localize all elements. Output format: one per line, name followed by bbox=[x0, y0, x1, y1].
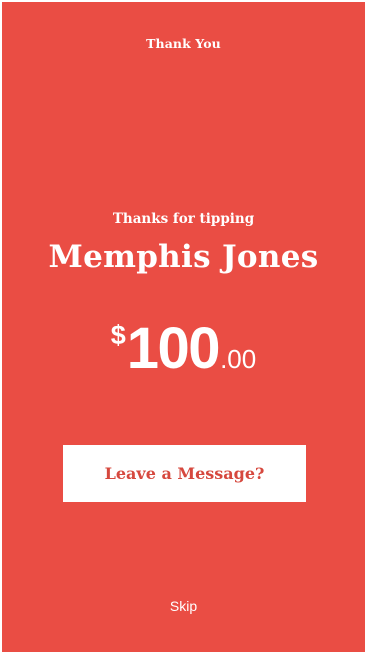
skip-link[interactable]: Skip bbox=[2, 598, 365, 614]
leave-message-button[interactable]: Leave a Message? bbox=[63, 445, 306, 502]
page-title: Thank You bbox=[146, 36, 221, 51]
thanks-message: Thanks for tipping bbox=[112, 211, 255, 227]
amount-whole: 100 bbox=[126, 316, 221, 381]
tip-confirmation-screen: Thank You Thanks for tipping Memphis Jon… bbox=[2, 2, 365, 652]
recipient-name: Memphis Jones bbox=[48, 239, 319, 275]
amount-cents: .00 bbox=[220, 344, 257, 374]
currency-symbol: $ bbox=[110, 320, 126, 350]
tip-amount: $100.00 bbox=[2, 320, 365, 378]
